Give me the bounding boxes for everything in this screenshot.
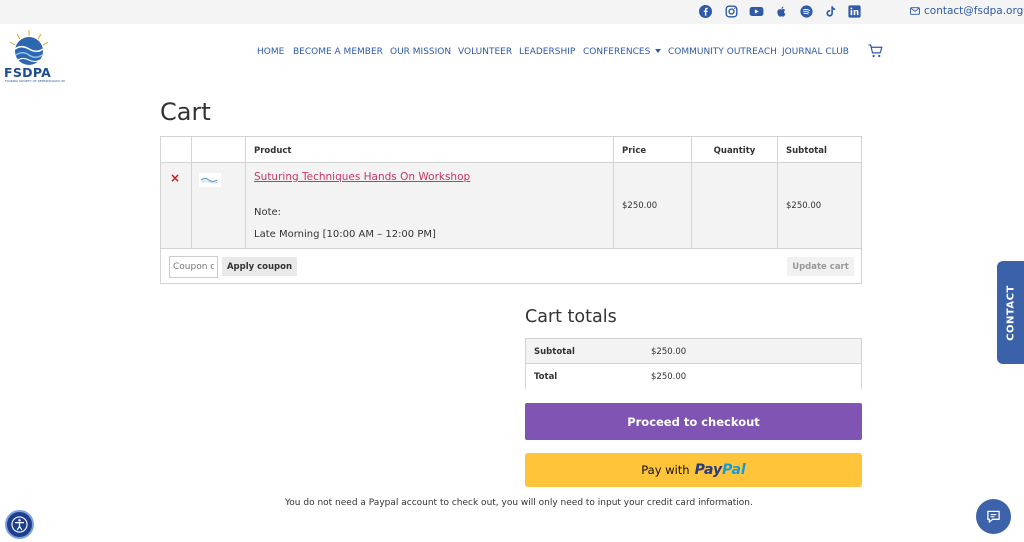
paypal-logo: PayPal (695, 462, 746, 478)
subtotal-label: Subtotal (534, 347, 575, 357)
spotify-icon[interactable] (800, 5, 813, 18)
total-label: Total (534, 372, 558, 382)
logo-subtitle: FLORIDA SOCIETY OF DERMATOLOGY PA (5, 79, 66, 83)
remove-item-icon[interactable]: × (170, 171, 180, 185)
note-label: Note: (254, 207, 282, 218)
product-thumbnail[interactable] (199, 173, 221, 187)
nav-leadership[interactable]: LEADERSHIP (519, 47, 575, 57)
remove-cell: × (161, 163, 192, 249)
nav-journal-club[interactable]: JOURNAL CLUB (782, 47, 849, 57)
facebook-icon[interactable] (699, 5, 712, 18)
header-quantity: Quantity (692, 137, 778, 163)
header-subtotal: Subtotal (778, 137, 861, 163)
subtotal-row: Subtotal $250.00 (526, 339, 861, 364)
header-price: Price (614, 137, 692, 163)
cart-totals-table: Subtotal $250.00 Total $250.00 (525, 338, 862, 389)
instagram-icon[interactable] (725, 5, 738, 18)
subtotal-cell: $250.00 (778, 163, 861, 249)
update-cart-button[interactable]: Update cart (787, 257, 854, 276)
cart-table: Product Price Quantity Subtotal × Suturi… (160, 136, 862, 284)
accessibility-icon (11, 516, 28, 533)
logo-text: FSDPA (4, 65, 52, 80)
nav-our-mission[interactable]: OUR MISSION (390, 47, 451, 57)
youtube-icon[interactable] (749, 5, 764, 18)
paypal-button[interactable]: Pay with PayPal (525, 453, 862, 487)
thumbnail-cell (192, 163, 246, 249)
chevron-down-icon (655, 49, 662, 53)
nav-conferences-label: CONFERENCES (583, 47, 651, 57)
total-row: Total $250.00 (526, 364, 861, 389)
apply-coupon-button[interactable]: Apply coupon (222, 257, 297, 276)
header-thumbnail (192, 137, 246, 163)
top-bar: contact@fsdpa.org (0, 0, 1024, 24)
item-price: $250.00 (622, 201, 658, 211)
price-cell: $250.00 (614, 163, 692, 249)
quantity-cell[interactable] (692, 163, 778, 249)
contact-side-tab[interactable]: CONTACT (997, 261, 1024, 364)
header-remove (161, 137, 192, 163)
apple-icon[interactable] (775, 5, 788, 18)
product-name-link[interactable]: Suturing Techniques Hands On Workshop (254, 171, 470, 183)
nav-home[interactable]: HOME (257, 47, 284, 57)
accessibility-button[interactable] (5, 510, 34, 539)
contact-email-text: contact@fsdpa.org (924, 5, 1024, 17)
paypal-note: You do not need a Paypal account to chec… (285, 498, 753, 508)
chat-button[interactable] (976, 499, 1011, 534)
tiktok-icon[interactable] (824, 5, 837, 18)
subtotal-value: $250.00 (651, 347, 687, 357)
chat-icon (987, 510, 1000, 523)
nav-become-a-member[interactable]: BECOME A MEMBER (293, 47, 383, 57)
product-cell: Suturing Techniques Hands On Workshop No… (246, 163, 614, 249)
nav-community-outreach[interactable]: COMMUNITY OUTREACH (668, 47, 777, 57)
envelope-icon (910, 7, 920, 15)
total-value: $250.00 (651, 372, 687, 382)
note-value: Late Morning [10:00 AM – 12:00 PM] (254, 229, 436, 240)
paypal-logo-pal: Pal (722, 462, 746, 478)
paypal-with-text: Pay with (641, 463, 690, 477)
proceed-to-checkout-button[interactable]: Proceed to checkout (525, 403, 862, 440)
item-subtotal: $250.00 (786, 201, 822, 211)
coupon-code-input[interactable] (169, 256, 218, 278)
page-title: Cart (160, 98, 211, 126)
contact-email-link[interactable]: contact@fsdpa.org (910, 5, 1023, 17)
linkedin-icon[interactable] (848, 5, 861, 18)
cart-icon[interactable] (868, 44, 883, 58)
header-product: Product (246, 137, 614, 163)
nav-conferences[interactable]: CONFERENCES (583, 47, 662, 57)
paypal-logo-pay: Pay (694, 462, 723, 478)
contact-tab-label: CONTACT (1005, 284, 1016, 341)
cart-totals-title: Cart totals (525, 307, 617, 327)
nav-volunteer[interactable]: VOLUNTEER (458, 47, 512, 57)
